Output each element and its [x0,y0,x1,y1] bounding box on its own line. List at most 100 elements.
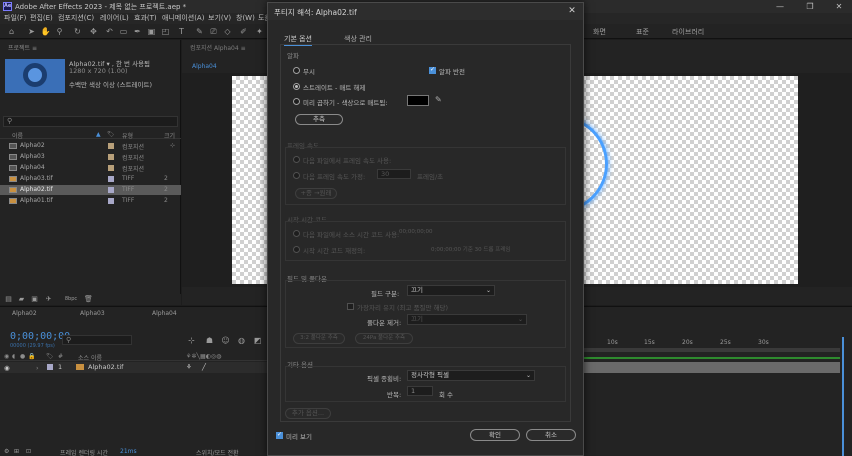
menu-view[interactable]: 보기(V) [208,13,231,24]
flowchart-icon[interactable]: ⊹ [170,142,175,149]
hand-tool-icon[interactable]: ✋ [40,26,51,37]
graph-editor-icon[interactable]: ◩ [252,335,263,346]
new-composition-icon[interactable]: ▣ [30,295,39,303]
menu-edit[interactable]: 편집(E) [30,13,53,24]
viewer-area[interactable] [582,73,852,287]
project-item[interactable]: Alpha01.tif TIFF 2 [0,196,181,206]
timeline-tab[interactable]: Alpha02 [12,310,37,317]
rotate-tool-icon[interactable]: ↻ [72,26,83,37]
layer-label-color[interactable] [47,364,53,370]
render-toggle-icon[interactable]: ⚙ [4,448,9,455]
menu-layer[interactable]: 레이어(L) [100,13,129,24]
brush-tool-icon[interactable]: ✎ [194,26,205,37]
project-item[interactable]: Alpha02 컴포지션 ⊹ [0,141,181,151]
menu-file[interactable]: 파일(F) [4,13,26,24]
menu-animation[interactable]: 애니메이션(A) [162,13,204,24]
loop-input[interactable]: 1 [407,386,433,396]
sort-ascending-icon[interactable]: ▲ [96,131,101,138]
composition-flowchart-icon[interactable]: ⊹ [186,335,197,346]
alpha-ignore-radio[interactable] [293,67,300,74]
close-icon[interactable]: ✕ [566,5,578,17]
label-color-swatch[interactable] [108,165,114,171]
expand-arrow-icon[interactable]: › [36,364,39,372]
puppet-tool-icon[interactable]: ✦ [254,26,265,37]
work-area-bar[interactable] [582,348,840,352]
label-color-swatch[interactable] [108,187,114,193]
project-panel-tab[interactable]: 프로젝트 ≡ [8,43,37,52]
expand-switches-icon[interactable]: ⊞ [14,448,19,455]
column-type[interactable]: 유형 [122,131,133,140]
pixel-aspect-dropdown[interactable]: 정사각형 픽셀 ⌄ [407,370,535,381]
use-source-timecode-radio[interactable] [293,230,300,237]
column-size[interactable]: 크기 [164,131,175,140]
mask-rect-tool-icon[interactable]: ▭ [118,26,129,37]
ok-button[interactable]: 확인 [470,429,520,441]
clone-stamp-tool-icon[interactable]: ⎚ [208,26,219,37]
transfer-controls-icon[interactable]: ⊡ [26,448,31,455]
layer-name[interactable]: Alpha02.tif [88,363,123,371]
workspace-tab-screen[interactable]: 화면 [593,27,606,37]
new-folder-icon[interactable]: ▰ [17,295,26,303]
project-search-input[interactable]: ⚲ [3,116,178,127]
composition-subtab[interactable]: Alpha04 [192,63,217,70]
tab-color-management[interactable]: 색상 관리 [344,34,372,44]
more-options-button[interactable]: 추가 옵션... [285,408,331,419]
delete-icon[interactable]: 🗑 [84,295,93,303]
composition-panel-tab[interactable]: 컴포지션 Alpha04 ≡ [190,43,246,52]
undo-icon[interactable]: ↶ [104,26,115,37]
adjust-project-settings-icon[interactable]: ✈ [44,295,53,303]
playhead[interactable] [842,337,844,456]
remove-pulldown-button[interactable]: +종 →원래 [295,188,337,199]
shy-icon[interactable]: ☺ [220,335,231,346]
project-item[interactable]: Alpha03.tif TIFF 2 [0,174,181,184]
toggle-switches-modes[interactable]: 스위치/모드 전환 [196,448,239,456]
pen-tool-icon[interactable]: ✒ [132,26,143,37]
workspace-tab-library[interactable]: 라이브러리 [672,27,704,37]
menu-window[interactable]: 창(W) [236,13,255,24]
visibility-eye-icon[interactable]: ◉ [4,364,10,372]
maximize-button[interactable]: ❐ [800,1,820,12]
selection-tool-icon[interactable]: ➤ [26,26,37,37]
minimize-button[interactable]: — [770,1,790,12]
timeline-search-input[interactable]: ⚲ [62,335,132,345]
composition-viewer[interactable] [182,73,268,287]
motion-blur-icon[interactable]: ◍ [236,335,247,346]
source-name-column[interactable]: 소스 이름 [78,353,102,362]
label-color-swatch[interactable] [108,143,114,149]
project-item[interactable]: Alpha03 컴포지션 [0,152,181,162]
home-icon[interactable]: ⌂ [6,26,17,37]
camera-tool-icon[interactable]: ▣ [146,26,157,37]
cancel-button[interactable]: 취소 [526,429,576,441]
label-color-swatch[interactable] [108,154,114,160]
use-file-framerate-radio[interactable] [293,156,300,163]
eraser-tool-icon[interactable]: ◇ [222,26,233,37]
column-name[interactable]: 이름 [12,131,23,140]
close-window-button[interactable]: ✕ [829,1,849,12]
interpret-footage-icon[interactable]: ▤ [4,295,13,303]
timeline-tab[interactable]: Alpha03 [80,310,105,317]
label-color-swatch[interactable] [108,176,114,182]
preserve-edges-checkbox[interactable] [347,303,354,310]
roto-brush-tool-icon[interactable]: ✐ [238,26,249,37]
workspace-tab-standard[interactable]: 표준 [636,27,649,37]
menu-composition[interactable]: 컴포지션(C) [58,13,94,24]
guess-24pa-pulldown-button[interactable]: 24Pa 풀다운 추측 [355,333,413,344]
eyedropper-icon[interactable]: ✎ [435,95,442,104]
label-color-swatch[interactable] [108,198,114,204]
assume-framerate-radio[interactable] [293,172,300,179]
timeline-tab-active[interactable]: Alpha04 [152,310,177,317]
project-item-selected[interactable]: Alpha02.tif TIFF 2 [0,185,181,195]
quality-switch-icon[interactable]: ╱ [202,363,206,371]
bit-depth-button[interactable]: 8bpc [62,295,80,303]
assume-framerate-input[interactable]: 30 [377,169,411,179]
alpha-straight-radio[interactable] [293,83,300,90]
alpha-premultiplied-radio[interactable] [293,98,300,105]
column-label[interactable]: 🏷 [107,131,115,138]
preview-checkbox[interactable] [276,431,283,439]
guess-alpha-button[interactable]: 추측 [295,114,343,125]
text-tool-icon[interactable]: T [176,26,187,37]
shy-switch-icon[interactable]: ⚘ [186,363,192,371]
draft-3d-icon[interactable]: ☗ [204,335,215,346]
zoom-tool-icon[interactable]: ⚲ [54,26,65,37]
guess-32-pulldown-button[interactable]: 3:2 풀다운 추측 [293,333,345,344]
